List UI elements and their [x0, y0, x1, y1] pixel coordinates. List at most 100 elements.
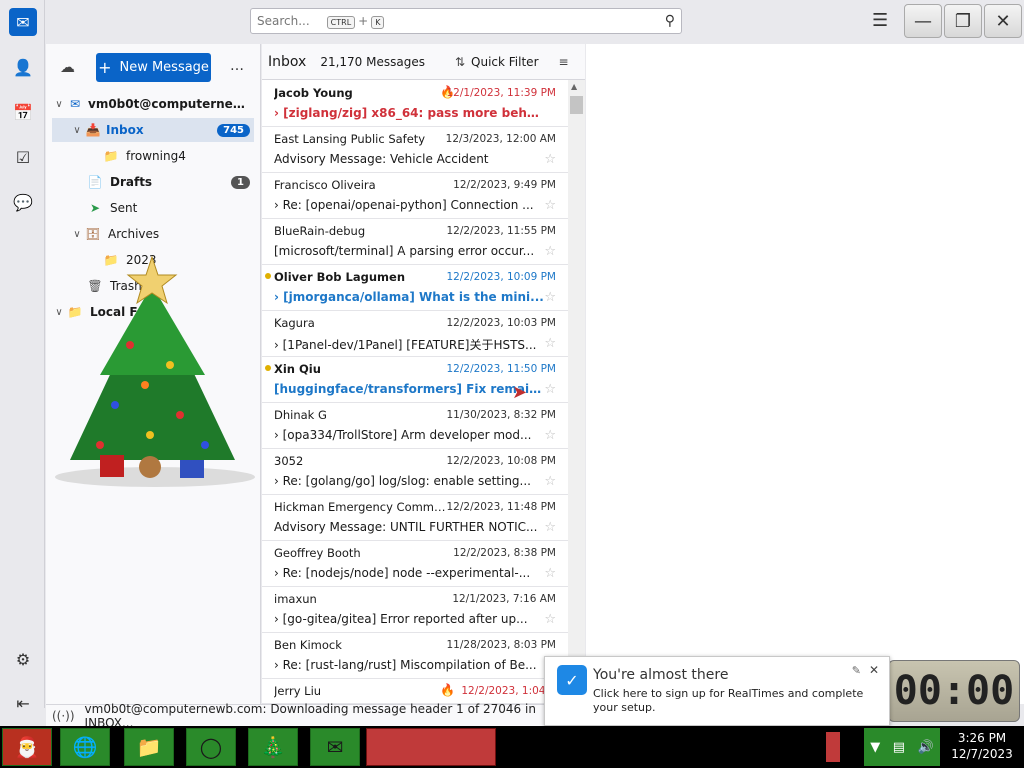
message-date: 12/1/2023, 7:16 AM [452, 593, 556, 605]
folder-sent[interactable]: ➤ Sent [52, 196, 254, 220]
inbox-icon: 📥 [85, 123, 101, 137]
chevron-down-icon[interactable]: ∨ [52, 99, 66, 110]
star-icon[interactable]: ☆ [544, 612, 556, 627]
tasks-icon[interactable]: ☑ [9, 143, 37, 171]
chevron-down-icon[interactable]: ∨ [70, 125, 84, 136]
taskbar-tray-item[interactable] [826, 732, 840, 762]
message-date: 12/2/2023, 8:38 PM [453, 547, 556, 559]
search-icon[interactable]: ⚲ [665, 13, 675, 29]
message-date: 11/30/2023, 8:32 PM [446, 409, 556, 421]
list-display-options-icon[interactable]: ≡ [559, 55, 569, 69]
shortcut-hint: CTRL + K [324, 14, 388, 29]
scrollbar-thumb[interactable] [570, 96, 583, 114]
star-icon[interactable]: ☆ [544, 474, 556, 489]
quick-filter-button[interactable]: Quick Filter [471, 55, 538, 69]
message-sender: 3052 [274, 454, 304, 468]
message-row[interactable]: BlueRain-debug 12/2/2023, 11:55 PM [micr… [262, 219, 568, 265]
star-icon[interactable]: ☆ [544, 290, 556, 305]
message-sender: Dhinak G [274, 408, 327, 422]
mail-icon[interactable]: ✉ [9, 8, 37, 36]
star-icon[interactable]: ☆ [544, 152, 556, 167]
quick-filter-icon[interactable]: ⇅ [455, 55, 465, 69]
message-row[interactable]: Ben Kimock 11/28/2023, 8:03 PM › Re: [ru… [262, 633, 568, 679]
message-sender: Ben Kimock [274, 638, 342, 652]
star-icon[interactable]: ☆ [544, 244, 556, 259]
message-row[interactable]: Oliver Bob Lagumen 12/2/2023, 10:09 PM ›… [262, 265, 568, 311]
message-subject: › Re: [nodejs/node] node --experimental-… [274, 566, 531, 580]
notification-popup[interactable]: ✓ You're almost there Click here to sign… [544, 656, 890, 726]
folder-archives[interactable]: ∨ 🗄 Archives [52, 222, 254, 246]
chevron-down-icon[interactable]: ∨ [70, 229, 84, 240]
volume-icon[interactable]: 🔊 [918, 740, 934, 755]
message-sender: Jerry Liu [274, 684, 322, 698]
message-row[interactable]: Kagura 12/2/2023, 10:03 PM › [1Panel-dev… [262, 311, 568, 357]
folder-pane-menu-button[interactable]: … [230, 58, 244, 74]
message-subject: › Re: [golang/go] log/slog: enable setti… [274, 474, 531, 488]
message-row[interactable]: Geoffrey Booth 12/2/2023, 8:38 PM › Re: … [262, 541, 568, 587]
drafts-badge: 1 [231, 175, 250, 189]
message-subject: [microsoft/terminal] A parsing error occ… [274, 244, 535, 258]
message-row[interactable]: imaxun 12/1/2023, 7:16 AM › [go-gitea/gi… [262, 587, 568, 633]
collapse-toolbar-icon[interactable]: ⇤ [9, 689, 37, 717]
message-sender: Xin Qiu [274, 362, 321, 376]
minimize-button[interactable]: — [904, 4, 942, 38]
folder-inbox[interactable]: ∨ 📥 Inbox 745 [52, 118, 254, 142]
address-book-icon[interactable]: 👤 [9, 53, 37, 81]
chrome-icon[interactable]: ◯ [186, 728, 236, 766]
folder-frowning4[interactable]: 📁 frowning4 [52, 144, 254, 168]
account-mail-icon: ✉ [69, 97, 81, 111]
message-subject: [huggingface/transformers] Fix remain... [274, 382, 544, 396]
countdown-clock-widget[interactable]: 00:00 [888, 660, 1020, 722]
close-button[interactable]: ✕ [984, 4, 1022, 38]
status-bar: ((·)) vm0b0t@computernewb.com: Downloadi… [46, 702, 586, 730]
restore-button[interactable]: ❐ [944, 4, 982, 38]
get-messages-icon[interactable]: ☁ [60, 58, 75, 76]
message-row[interactable]: Jacob Young 🔥 12/1/2023, 11:39 PM › [zig… [262, 81, 568, 127]
network-icon[interactable]: ▤ [893, 740, 905, 755]
christmas-tree-app-icon[interactable]: 🎄 [248, 728, 298, 766]
star-icon[interactable]: ☆ [544, 428, 556, 443]
star-icon[interactable]: ☆ [544, 566, 556, 581]
star-icon[interactable]: ☆ [544, 336, 556, 351]
message-row[interactable]: Jerry Liu 🔥 12/2/2023, 1:04 A [262, 679, 568, 704]
chat-icon[interactable]: 💬 [9, 188, 37, 216]
message-sender: Francisco Oliveira [274, 178, 376, 192]
star-icon[interactable]: ☆ [544, 382, 556, 397]
search-input[interactable]: Search... CTRL + K ⚲ [250, 8, 682, 34]
close-icon[interactable]: ✕ [869, 663, 879, 677]
message-row[interactable]: 3052 12/2/2023, 10:08 PM › Re: [golang/g… [262, 449, 568, 495]
thunderbird-icon[interactable]: ✉ [310, 728, 360, 766]
sent-icon: ➤ [89, 201, 101, 215]
realtimes-tray-icon[interactable]: ▼ [870, 740, 880, 755]
activity-icon: ((·)) [52, 708, 75, 723]
message-subject: › [opa334/TrollStore] Arm developer mod.… [274, 428, 532, 442]
message-list-scrollbar[interactable]: ▲ [568, 80, 585, 704]
account-row[interactable]: ∨ ✉ vm0b0t@computernewb... [52, 92, 254, 116]
message-sender: Jacob Young [274, 86, 353, 100]
folder-label: Archives [108, 227, 160, 241]
calendar-icon[interactable]: 📅 [9, 98, 37, 126]
message-row[interactable]: Hickman Emergency Commun... 12/2/2023, 1… [262, 495, 568, 541]
message-date: 12/1/2023, 11:39 PM [446, 87, 556, 99]
new-message-button[interactable]: + New Message [96, 53, 211, 82]
star-icon[interactable]: ☆ [544, 520, 556, 535]
unread-badge: 745 [217, 123, 250, 137]
file-explorer-icon[interactable]: 📁 [124, 728, 174, 766]
start-santa-icon[interactable]: 🎅 [2, 728, 52, 766]
message-date: 12/2/2023, 9:49 PM [453, 179, 556, 191]
message-date: 12/2/2023, 11:55 PM [446, 225, 556, 237]
star-icon[interactable]: ☆ [544, 198, 556, 213]
app-menu-icon[interactable]: ☰ [872, 10, 888, 31]
message-row[interactable]: East Lansing Public Safety 12/3/2023, 12… [262, 127, 568, 173]
firefox-icon[interactable]: 🌐 [60, 728, 110, 766]
settings-gear-icon[interactable]: ⚙ [9, 645, 37, 673]
taskbar-running-apps[interactable] [366, 728, 496, 766]
clock-display: 00:00 [893, 668, 1015, 714]
taskbar-clock[interactable]: 3:26 PM 12/7/2023 [942, 730, 1022, 762]
folder-drafts[interactable]: 📄 Drafts 1 [52, 170, 254, 194]
message-subject: › [jmorganca/ollama] What is the mini... [274, 290, 544, 304]
pin-icon[interactable]: ✎ [852, 664, 861, 677]
message-row[interactable]: Francisco Oliveira 12/2/2023, 9:49 PM › … [262, 173, 568, 219]
message-row[interactable]: Dhinak G 11/30/2023, 8:32 PM › [opa334/T… [262, 403, 568, 449]
message-subject: Advisory Message: UNTIL FURTHER NOTIC... [274, 520, 538, 534]
